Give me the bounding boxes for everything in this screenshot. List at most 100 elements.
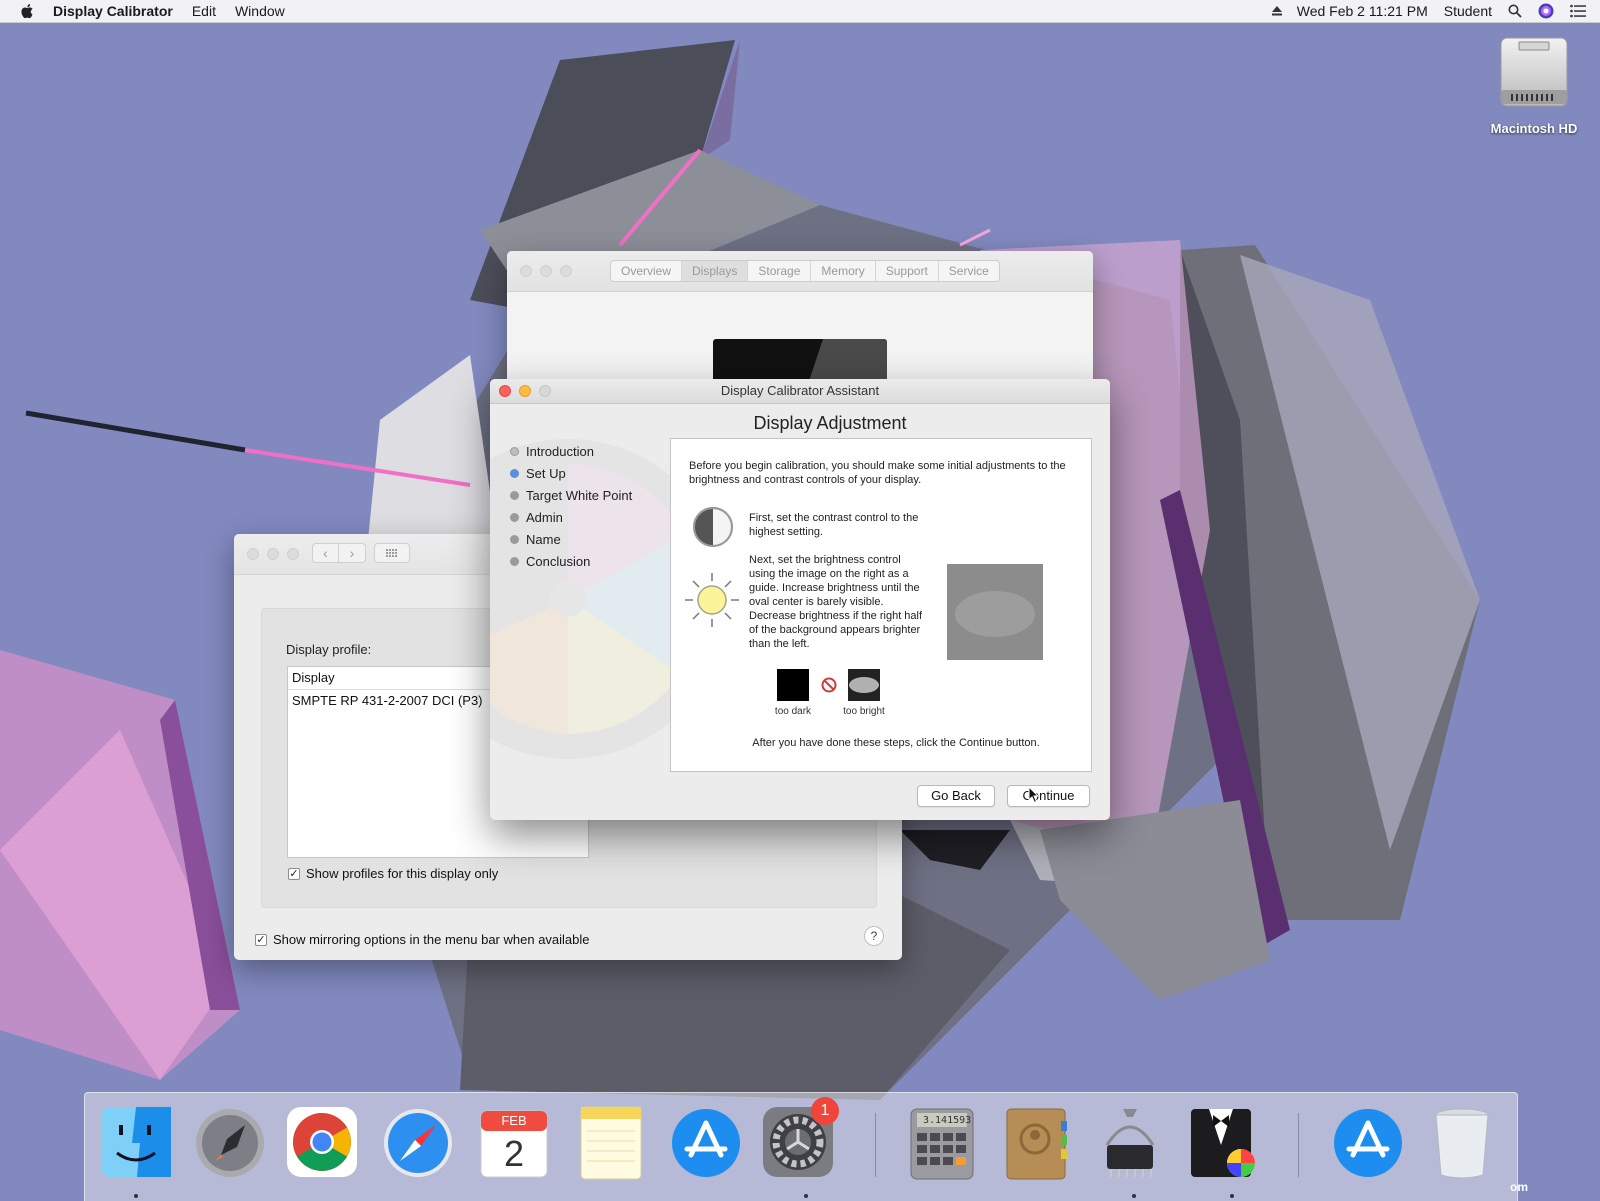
- tuxedo-colorsync-icon: [1191, 1109, 1255, 1177]
- close-button[interactable]: [499, 385, 511, 397]
- dock-system-preferences[interactable]: 1: [761, 1097, 839, 1181]
- calibrator-heading: Display Adjustment: [753, 413, 907, 433]
- mouse-cursor-icon: [1028, 786, 1040, 804]
- trash-icon: [1435, 1108, 1489, 1179]
- dock-safari[interactable]: [381, 1105, 455, 1181]
- calibrator-steps: Introduction Set Up Target White Point A…: [510, 440, 632, 572]
- apple-menu-icon[interactable]: [19, 3, 37, 19]
- tab-service[interactable]: Service: [939, 261, 999, 281]
- show-mirroring-checkbox[interactable]: ✓: [255, 933, 267, 946]
- tab-support[interactable]: Support: [876, 261, 939, 281]
- outro-text: After you have done these steps, click t…: [752, 737, 1040, 749]
- dock-launchpad[interactable]: [193, 1105, 267, 1181]
- show-profiles-checkbox[interactable]: ✓: [288, 867, 300, 880]
- nav-buttons: ‹ ›: [312, 543, 366, 563]
- step-set-up: Set Up: [510, 462, 632, 484]
- calibrator-window-controls: [499, 385, 559, 397]
- tab-overview[interactable]: Overview: [611, 261, 683, 281]
- show-mirroring-label: Show mirroring options in the menu bar w…: [273, 932, 590, 947]
- step-pending-icon: [510, 534, 519, 544]
- step-target-white-point: Target White Point: [510, 484, 632, 506]
- prohibited-icon: [821, 677, 837, 693]
- finder-running-indicator: [134, 1194, 138, 1198]
- system-preferences-running-indicator: [804, 1194, 808, 1198]
- show-profiles-checkbox-row[interactable]: ✓ Show profiles for this display only: [288, 866, 498, 881]
- menu-edit[interactable]: Edit: [192, 3, 216, 19]
- menu-window[interactable]: Window: [235, 3, 285, 19]
- siri-icon[interactable]: [1538, 3, 1554, 19]
- zoom-button[interactable]: [539, 385, 551, 397]
- dock-colorsync-utility[interactable]: [1185, 1105, 1259, 1181]
- continue-button[interactable]: Continue: [1007, 785, 1090, 807]
- colorsync-running-indicator: [1230, 1194, 1234, 1198]
- too-bright-label: too bright: [843, 706, 885, 717]
- calibrator-title: Display Calibrator Assistant: [490, 379, 1110, 404]
- step-name: Name: [510, 528, 632, 550]
- minimize-button[interactable]: [519, 385, 531, 397]
- app-store-icon: [672, 1109, 740, 1177]
- dock-finder[interactable]: [99, 1105, 173, 1181]
- brightness-instruction: Next, set the brightness control using t…: [749, 554, 923, 650]
- bright-oval: [849, 677, 879, 693]
- tab-displays[interactable]: Displays: [682, 261, 749, 281]
- dock: FEB 2 1 3.141593: [84, 1092, 1518, 1201]
- launchpad-rocket-icon: [196, 1109, 264, 1177]
- macintosh-hd-label: Macintosh HD: [1490, 121, 1578, 136]
- close-button[interactable]: [247, 548, 259, 560]
- dock-calculator[interactable]: 3.141593: [905, 1105, 979, 1181]
- notes-icon: [580, 1106, 642, 1180]
- step-conclusion: Conclusion: [510, 550, 632, 572]
- zoom-button[interactable]: [560, 265, 572, 277]
- step-introduction: Introduction: [510, 440, 632, 462]
- menu-user[interactable]: Student: [1444, 3, 1492, 19]
- back-chevron-icon[interactable]: ‹: [312, 543, 339, 563]
- dock-system-information[interactable]: [1093, 1105, 1167, 1181]
- step-done-icon: [510, 446, 519, 456]
- help-button[interactable]: ?: [864, 926, 884, 946]
- displays-window-controls: [247, 548, 307, 560]
- go-back-button[interactable]: Go Back: [917, 785, 995, 807]
- macintosh-hd-desktop-icon[interactable]: Macintosh HD: [1490, 34, 1578, 136]
- chrome-icon: [287, 1107, 357, 1177]
- step-pending-icon: [510, 512, 519, 522]
- tab-storage[interactable]: Storage: [748, 261, 812, 281]
- dock-trash[interactable]: [1425, 1105, 1499, 1181]
- forward-chevron-icon[interactable]: ›: [339, 543, 366, 563]
- menu-bar: Display Calibrator Edit Window Wed Feb 2…: [0, 0, 1600, 23]
- notification-center-icon[interactable]: [1570, 4, 1586, 18]
- step-pending-icon: [510, 556, 519, 566]
- step-current-icon: [510, 468, 519, 478]
- desktop-corner-text: om: [1510, 1180, 1528, 1194]
- eject-icon[interactable]: [1271, 5, 1283, 17]
- zoom-button[interactable]: [287, 548, 299, 560]
- show-mirroring-checkbox-row[interactable]: ✓ Show mirroring options in the menu bar…: [255, 932, 590, 947]
- dock-separator: [875, 1113, 876, 1177]
- downloads-app-store-icon: [1334, 1109, 1402, 1177]
- too-dark-label: too dark: [774, 706, 812, 717]
- dock-downloads-stack[interactable]: [1331, 1105, 1405, 1181]
- dock-notes[interactable]: [573, 1105, 647, 1181]
- close-button[interactable]: [520, 265, 532, 277]
- hard-drive-icon: [1500, 37, 1568, 107]
- minimize-button[interactable]: [540, 265, 552, 277]
- menu-clock[interactable]: Wed Feb 2 11:21 PM: [1297, 3, 1428, 19]
- dock-chrome[interactable]: [285, 1105, 359, 1181]
- grid-icon: [386, 549, 397, 557]
- contrast-instruction: First, set the contrast control to the h…: [749, 512, 919, 538]
- dock-contacts[interactable]: [999, 1105, 1073, 1181]
- step-pending-icon: [510, 490, 519, 500]
- minimize-button[interactable]: [267, 548, 279, 560]
- calculator-display: 3.141593: [923, 1115, 972, 1126]
- spotlight-search-icon[interactable]: [1508, 4, 1522, 18]
- menu-app-name[interactable]: Display Calibrator: [53, 3, 173, 19]
- contrast-icon: [693, 507, 733, 547]
- dock-app-store[interactable]: [669, 1105, 743, 1181]
- dock-calendar[interactable]: FEB 2: [477, 1105, 551, 1181]
- finder-icon: [101, 1107, 171, 1177]
- contacts-book-icon: [1006, 1108, 1067, 1180]
- sample-oval: [955, 591, 1035, 637]
- display-profile-label: Display profile:: [286, 642, 372, 657]
- too-dark-example: [777, 669, 809, 701]
- tab-memory[interactable]: Memory: [811, 261, 876, 281]
- show-all-grid-button[interactable]: [374, 543, 410, 563]
